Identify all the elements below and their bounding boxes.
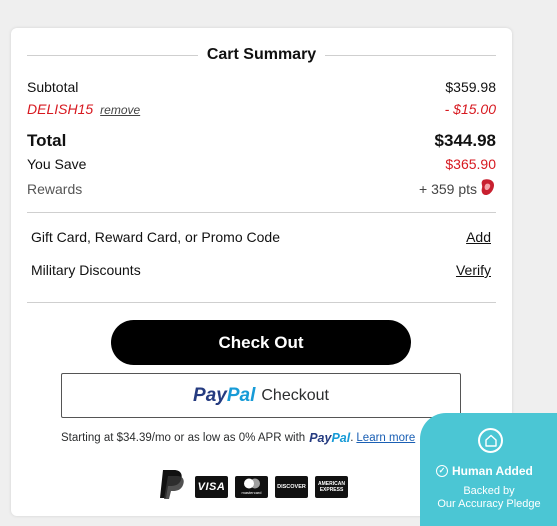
promo-code: DELISH15 (27, 101, 94, 117)
human-added-label: ✓ Human Added (436, 464, 533, 478)
paypal-checkout-button[interactable]: Pay Pal Checkout (61, 373, 461, 418)
home-icon (478, 428, 503, 453)
rewards-label: Rewards (27, 180, 83, 197)
paypal-logo-pal: Pal (331, 431, 351, 445)
payment-methods: VISA mastercard DISCOVER AMERICAN EXPRES… (158, 468, 348, 505)
learn-more-link[interactable]: Learn more (356, 432, 415, 444)
badge-line2: Our Accuracy Pledge (437, 498, 541, 510)
badge-line1: Backed by (463, 485, 515, 497)
subtotal-row: Subtotal $359.98 (27, 79, 496, 95)
financing-period: . (350, 432, 354, 444)
divider (27, 302, 496, 303)
total-value: $344.98 (434, 131, 496, 150)
checkout-button[interactable]: Check Out (111, 320, 411, 365)
total-label: Total (27, 131, 67, 150)
paypal-icon (158, 468, 188, 505)
cart-summary-header: Cart Summary (27, 45, 496, 65)
you-save-row: You Save $365.90 (27, 156, 496, 172)
visa-icon: VISA (195, 475, 228, 498)
rewards-value: + 359 pts (419, 180, 477, 197)
subtotal-value: $359.98 (445, 79, 496, 95)
discover-icon: DISCOVER (275, 475, 308, 498)
discount-value: - $15.00 (444, 101, 496, 117)
paypal-logo: Pay Pal (193, 385, 255, 407)
paypal-logo-pal: Pal (226, 384, 256, 406)
divider (27, 54, 198, 56)
accuracy-pledge-text: Backed by Our Accuracy Pledge (420, 485, 557, 511)
divider (27, 212, 496, 213)
military-discount-label: Military Discounts (31, 262, 141, 278)
page-title: Cart Summary (206, 46, 317, 63)
human-added-title: Human Added (452, 464, 533, 478)
paypal-logo-pay: Pay (309, 431, 332, 445)
steak-icon (480, 178, 496, 199)
gift-card-row: Gift Card, Reward Card, or Promo Code Ad… (31, 229, 491, 245)
gift-card-label: Gift Card, Reward Card, or Promo Code (31, 229, 280, 245)
remove-promo-link[interactable]: remove (100, 103, 140, 117)
you-save-label: You Save (27, 156, 87, 172)
military-discount-row: Military Discounts Verify (31, 262, 491, 278)
total-row: Total $344.98 (27, 131, 496, 151)
financing-message: Starting at $34.39/mo or as low as 0% AP… (61, 431, 415, 445)
mastercard-label: mastercard (241, 490, 262, 495)
check-circle-icon: ✓ (436, 465, 448, 477)
you-save-value: $365.90 (445, 156, 496, 172)
verify-military-link[interactable]: Verify (456, 262, 491, 278)
add-gift-card-link[interactable]: Add (466, 229, 491, 245)
paypal-checkout-label: Checkout (261, 386, 329, 404)
rewards-points: + 359 pts (419, 178, 496, 199)
divider (325, 54, 496, 56)
paypal-logo-pay: Pay (193, 384, 227, 406)
amex-icon: AMERICAN EXPRESS (315, 475, 348, 498)
promo-group: DELISH15 remove (27, 101, 140, 117)
financing-text: Starting at $34.39/mo or as low as 0% AP… (61, 432, 306, 444)
promo-row: DELISH15 remove - $15.00 (27, 101, 496, 117)
human-added-badge[interactable]: ✓ Human Added Backed by Our Accuracy Ple… (420, 413, 557, 526)
rewards-row: Rewards + 359 pts (27, 178, 496, 199)
mastercard-icon: mastercard (235, 475, 268, 498)
subtotal-label: Subtotal (27, 79, 79, 95)
